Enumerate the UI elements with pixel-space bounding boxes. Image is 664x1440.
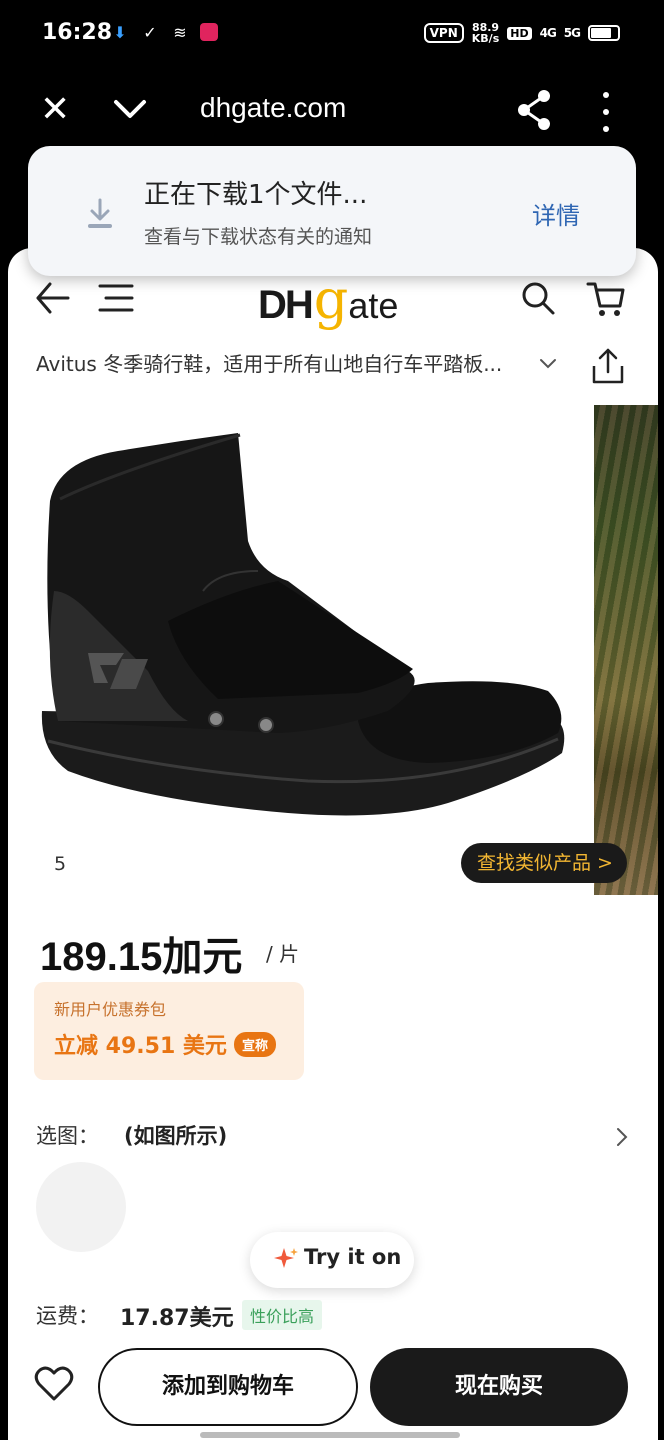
heart-icon[interactable] xyxy=(34,1366,74,1402)
hd-icon: HD xyxy=(507,26,532,40)
image-index: 5 xyxy=(54,853,67,875)
coupon-value: 立减 49.51 美元 xyxy=(54,1034,227,1059)
chevron-right-icon[interactable] xyxy=(614,1126,630,1148)
next-product-image-preview[interactable] xyxy=(594,405,658,895)
home-indicator[interactable] xyxy=(200,1432,460,1438)
browser-domain[interactable]: dhgate.com xyxy=(200,92,346,124)
battery-icon xyxy=(588,25,620,41)
more-menu-icon[interactable] xyxy=(596,92,616,132)
signal-4g-icon: 4G xyxy=(539,26,557,40)
product-image xyxy=(41,433,565,816)
product-gallery[interactable]: 5 查找类似产品 > xyxy=(8,405,658,895)
try-it-on-button[interactable]: Try it on xyxy=(250,1232,414,1288)
notification-subtitle: 查看与下载状态有关的通知 xyxy=(144,226,373,248)
product-title[interactable]: Avitus 冬季骑行鞋，适用于所有山地自行车平踏板... xyxy=(36,348,556,377)
new-user-coupon[interactable]: 新用户优惠券包 立减 49.51 美元 宣称 xyxy=(34,982,304,1080)
product-price: 189.15加元 xyxy=(40,935,243,979)
product-page: DH g ate Avitus 冬季骑行鞋，适用于所有山地自行车平踏板... 5… xyxy=(8,248,658,1440)
cart-icon[interactable] xyxy=(586,278,626,318)
select-value[interactable]: (如图所示) xyxy=(124,1120,227,1150)
status-notification-icons: ⬇ ✓ ≋ xyxy=(110,22,218,42)
shipping-tag: 性价比高 xyxy=(242,1300,323,1330)
close-icon[interactable]: ✕ xyxy=(40,90,70,130)
share-icon[interactable] xyxy=(514,88,554,132)
download-file-icon xyxy=(88,198,112,228)
bottom-action-bar: 添加到购物车 现在购买 xyxy=(8,1338,658,1440)
variant-swatch[interactable] xyxy=(36,1162,126,1252)
download-notification[interactable]: 正在下载1个文件... 查看与下载状态有关的通知 详情 xyxy=(28,146,636,276)
download-icon: ⬇ xyxy=(113,22,127,42)
coupon-label: 新用户优惠券包 xyxy=(54,1000,167,1019)
app-icon: ≋ xyxy=(173,22,187,42)
network-speed: 88.9 KB/s xyxy=(471,21,500,45)
vpn-icon: VPN xyxy=(423,23,464,43)
try-it-on-label: Try it on xyxy=(304,1245,402,1269)
signal-5g-icon: 5G xyxy=(563,26,581,40)
status-right-icons: VPN 88.9 KB/s HD 4G 5G xyxy=(423,21,620,45)
shipping-value: 17.87美元 xyxy=(120,1306,234,1331)
notification-details-button[interactable]: 详情 xyxy=(532,196,580,231)
browser-toolbar: ✕ dhgate.com xyxy=(0,72,664,152)
status-bar: 16:28 ⬇ ✓ ≋ VPN 88.9 KB/s HD 4G 5G xyxy=(0,0,664,72)
back-arrow-icon[interactable] xyxy=(34,280,70,316)
add-to-cart-button[interactable]: 添加到购物车 xyxy=(98,1348,358,1426)
search-icon[interactable] xyxy=(520,280,556,316)
app-badge-icon xyxy=(200,23,218,41)
price-unit: / 片 xyxy=(266,942,300,966)
buy-now-button[interactable]: 现在购买 xyxy=(370,1348,628,1426)
hamburger-menu-icon[interactable] xyxy=(98,282,134,314)
chevron-down-icon[interactable] xyxy=(112,90,148,130)
coupon-badge[interactable]: 宣称 xyxy=(234,1032,277,1057)
check-download-icon: ✓ xyxy=(143,22,157,42)
notification-title: 正在下载1个文件... xyxy=(144,180,368,210)
shipping-label: 运费： xyxy=(36,1304,99,1328)
sparkle-icon xyxy=(274,1248,298,1268)
dhgate-logo[interactable]: DH g ate xyxy=(258,268,398,332)
select-label: 选图： xyxy=(36,1124,99,1148)
chevron-down-icon[interactable] xyxy=(538,356,558,372)
find-similar-button[interactable]: 查找类似产品 > xyxy=(461,843,627,883)
share-upload-icon[interactable] xyxy=(590,348,626,386)
status-time: 16:28 xyxy=(42,20,113,45)
